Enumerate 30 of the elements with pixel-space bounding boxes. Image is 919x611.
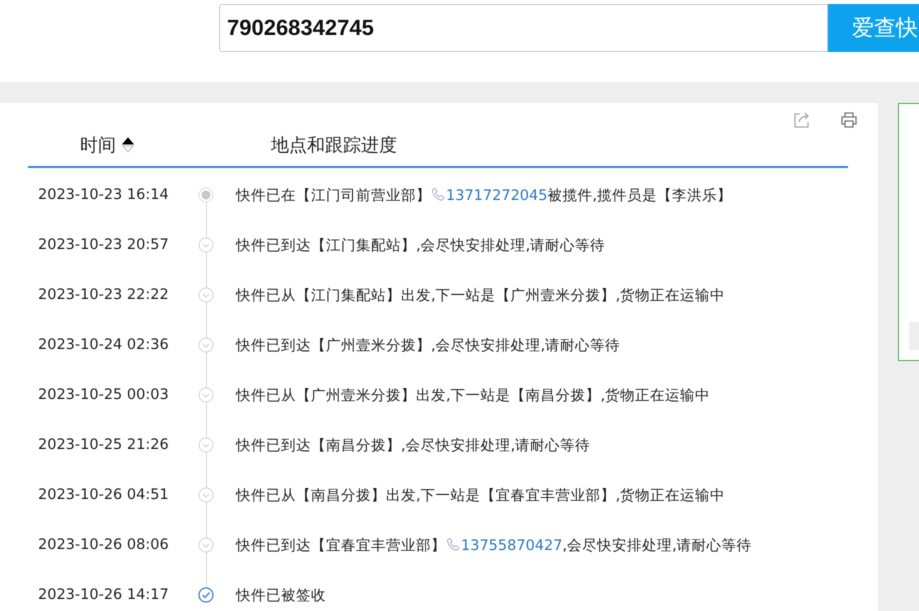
column-header: 地点和跟踪进度	[271, 134, 397, 156]
search-field[interactable]: 790268342745	[219, 4, 828, 52]
event-time: 2023-10-26 14:17	[37, 587, 170, 603]
event-description: 快件已到达【宜春宜丰营业部】 13755870427,会尽快安排处理,请耐心等待	[236, 536, 752, 554]
event-time: 2023-10-25 21:26	[37, 437, 170, 453]
phone-link[interactable]: 13717272045	[431, 188, 548, 204]
print-icon[interactable]	[840, 111, 858, 129]
event-description: 快件已到达【广州壹米分拨】,会尽快安排处理,请耐心等待	[236, 336, 620, 354]
event-time: 2023-10-23 16:14	[37, 187, 170, 203]
sort-icon[interactable]	[122, 136, 134, 154]
event-description: 快件已从【南昌分拨】出发,下一站是【宜春宜丰营业部】,货物正在运输中	[236, 486, 726, 504]
event-description: 快件已到达【江门集配站】,会尽快安排处理,请耐心等待	[236, 236, 606, 254]
phone-icon	[431, 186, 446, 202]
event-description: 快件已从【广州壹米分拨】出发,下一站是【南昌分拨】,货物正在运输中	[236, 386, 710, 404]
event-time: 2023-10-26 04:51	[37, 487, 170, 503]
phone-link[interactable]: 13755870427	[446, 538, 562, 554]
check-circle-icon	[198, 587, 214, 603]
event-time: 2023-10-23 22:22	[37, 287, 170, 303]
event-time: 2023-10-24 02:36	[37, 337, 170, 353]
share-icon[interactable]	[793, 111, 811, 129]
event-description: 快件已到达【南昌分拨】,会尽快安排处理,请耐心等待	[236, 436, 590, 454]
event-description: 快件已在【江门司前营业部】 13717272045被揽件,揽件员是【李洪乐】	[236, 186, 732, 204]
column-header: 时间	[80, 134, 116, 156]
event-time: 2023-10-26 08:06	[37, 537, 170, 553]
phone-icon	[446, 536, 461, 552]
event-description: 快件已被签收	[236, 586, 326, 604]
event-time: 2023-10-25 00:03	[37, 387, 170, 403]
event-time: 2023-10-23 20:57	[37, 237, 170, 253]
search-button[interactable]: 爱查快	[828, 4, 919, 52]
event-description: 快件已从【江门集配站】出发,下一站是【广州壹米分拨】,货物正在运输中	[236, 286, 726, 304]
